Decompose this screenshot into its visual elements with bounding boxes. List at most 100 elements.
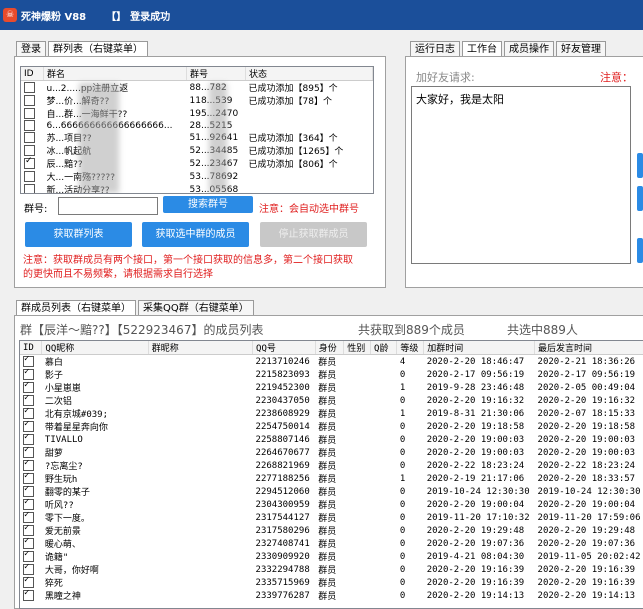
member-col-role[interactable]: 身份 xyxy=(315,341,345,355)
member-row-role: 群员 xyxy=(318,449,337,459)
member-col-last-speak[interactable]: 最后发言时间 xyxy=(534,341,643,355)
member-row-checkbox[interactable] xyxy=(23,407,34,419)
member-row[interactable]: 慕白 2213710246 群员 4 2020-2-20 18:46:47 2020-2-… xyxy=(20,355,643,368)
group-col-number[interactable]: 群号 xyxy=(186,67,246,81)
member-row[interactable]: 甜萝 2264670677 群员 0 2020-2-20 19:00:03 2020-2-… xyxy=(20,446,643,459)
tab-run-log[interactable]: 运行日志 xyxy=(410,41,460,57)
member-row[interactable]: 影子 2215823093 群员 0 2020-2-17 09:56:19 2020-2-… xyxy=(20,368,643,381)
member-row[interactable]: 黑瞳之神 2339776287 群员 0 2020-2-20 19:14:13 2020-… xyxy=(20,589,643,602)
group-col-id[interactable]: ID xyxy=(21,67,44,81)
workbench-side-button-2[interactable] xyxy=(637,186,643,211)
member-row-checkbox[interactable] xyxy=(23,511,34,523)
group-row-checkbox[interactable] xyxy=(24,82,35,93)
member-col-qq[interactable]: QQ号 xyxy=(252,341,316,355)
member-col-join-time[interactable]: 加群时间 xyxy=(423,341,536,355)
tab-member-ops[interactable]: 成员操作 xyxy=(504,41,554,57)
fetch-members-button[interactable]: 获取选中群的成员 xyxy=(142,222,249,247)
member-row-checkbox[interactable] xyxy=(23,576,34,588)
member-row-checkbox[interactable] xyxy=(23,459,34,471)
member-row-checkbox[interactable] xyxy=(23,550,34,562)
group-row-checkbox[interactable] xyxy=(24,108,35,119)
workbench-side-button-3[interactable] xyxy=(637,238,643,263)
member-row-checkbox[interactable] xyxy=(23,537,34,549)
tab-member-list[interactable]: 群成员列表（右键菜单） xyxy=(16,300,136,316)
group-row[interactable]: 辰...黯??52...23467已成功添加【806】个 xyxy=(21,157,373,170)
friend-request-textarea[interactable]: 大家好，我是太阳 xyxy=(411,86,631,264)
member-row-qq: 2215823093 xyxy=(255,369,310,380)
member-row[interactable]: 猝死 2335715969 群员 0 2020-2-20 19:16:39 2020-2-… xyxy=(20,576,643,589)
group-row-checkbox[interactable] xyxy=(24,157,35,169)
group-row[interactable]: 苏...项目??51...92641已成功添加【364】个 xyxy=(21,131,373,144)
member-row[interactable]: 零下一度。 2317544127 群员 0 2019-11-20 17:10:32 201… xyxy=(20,511,643,524)
member-col-qage[interactable]: Q龄 xyxy=(370,341,398,355)
member-col-id[interactable]: ID xyxy=(20,341,43,355)
stop-fetch-button[interactable]: 停止获取群成员 xyxy=(260,222,367,247)
tab-login[interactable]: 登录 xyxy=(16,41,46,57)
member-row-checkbox[interactable] xyxy=(23,589,34,601)
fetch-group-list-button[interactable]: 获取群列表 xyxy=(25,222,132,247)
member-row-group-nick xyxy=(148,589,252,602)
group-row[interactable]: u...2.....pp注册立返88...782已成功添加【895】个 xyxy=(21,81,373,94)
blur-mask-name xyxy=(79,83,119,193)
group-col-name[interactable]: 群名 xyxy=(43,67,187,81)
group-row[interactable]: 自...群...一海鲜干??195...2470 xyxy=(21,107,373,120)
group-col-status[interactable]: 状态 xyxy=(245,67,373,81)
member-row-nick: 零下一度。 xyxy=(44,514,90,524)
member-row-checkbox[interactable] xyxy=(23,381,34,393)
member-row[interactable]: 带着星星奔向你 2254750014 群员 0 2020-2-20 19:18:58 20… xyxy=(20,420,643,433)
tab-group-list[interactable]: 群列表（右键菜单） xyxy=(48,41,148,57)
member-row-checkbox[interactable] xyxy=(23,485,34,497)
member-row-gender xyxy=(344,498,371,511)
group-row-checkbox[interactable] xyxy=(24,120,35,131)
member-row-checkbox[interactable] xyxy=(23,368,34,380)
group-row-checkbox[interactable] xyxy=(24,171,35,182)
member-row[interactable]: TIVALLO 2258807146 群员 0 2020-2-20 19:00:03 20… xyxy=(20,433,643,446)
group-row[interactable]: 大...一南殇?????53...78692 xyxy=(21,170,373,183)
member-row-checkbox[interactable] xyxy=(23,433,34,445)
member-row-checkbox[interactable] xyxy=(23,472,34,484)
member-row-checkbox[interactable] xyxy=(23,498,34,510)
group-row[interactable]: 6...666666666666666666...28...5215 xyxy=(21,120,373,131)
workbench-side-button-1[interactable] xyxy=(637,153,643,178)
group-row-status: 已成功添加【895】个 xyxy=(248,84,338,94)
group-row[interactable]: 冰...帆起航52...34485已成功添加【1265】个 xyxy=(21,144,373,157)
member-row[interactable]: 小星崽崽 2219452300 群员 1 2019-9-28 23:46:48 2020-… xyxy=(20,381,643,394)
tab-friend-mgmt[interactable]: 好友管理 xyxy=(556,41,606,57)
group-number-input[interactable] xyxy=(58,197,158,215)
member-row-checkbox[interactable] xyxy=(23,524,34,536)
member-col-level[interactable]: 等级 xyxy=(396,341,425,355)
member-row[interactable]: 二次铝 2230437050 群员 0 2020-2-20 19:16:32 2020-2… xyxy=(20,394,643,407)
member-row-checkbox[interactable] xyxy=(23,446,34,458)
tab-workbench[interactable]: 工作台 xyxy=(462,41,502,57)
member-row-qage xyxy=(371,589,397,602)
member-row-checkbox[interactable] xyxy=(23,394,34,406)
member-col-group-nick[interactable]: 群昵称 xyxy=(148,341,254,355)
group-row-checkbox[interactable] xyxy=(24,184,35,193)
tab-collect-groups[interactable]: 采集QQ群（右键菜单） xyxy=(138,300,254,316)
member-row[interactable]: 诡籍" 2330909920 群员 0 2019-4-21 08:04:30 2019-1… xyxy=(20,550,643,563)
member-row-checkbox[interactable] xyxy=(23,420,34,432)
member-row[interactable]: 北有京城#039; 2238608929 群员 1 2019-8-31 21:30:06… xyxy=(20,407,643,420)
member-row[interactable]: 听风?? 2304300959 群员 0 2020-2-20 19:00:04 2020-… xyxy=(20,498,643,511)
member-row[interactable]: 爱无前景 2317580296 群员 0 2020-2-20 19:29:48 2020-… xyxy=(20,524,643,537)
member-row-last-speak: 2020-2-05 00:49:04 xyxy=(537,382,636,393)
member-col-gender[interactable]: 性别 xyxy=(343,341,372,355)
group-row-checkbox[interactable] xyxy=(24,132,35,143)
member-row-join-time: 2020-2-19 21:17:06 xyxy=(426,473,525,484)
member-row-qage xyxy=(371,381,397,394)
member-row-last-speak: 2019-11-05 20:02:42 xyxy=(537,551,641,562)
member-row-checkbox[interactable] xyxy=(23,563,34,575)
member-row[interactable]: 暖心萌、 2327408741 群员 0 2020-2-20 19:07:36 2020-… xyxy=(20,537,643,550)
member-row[interactable]: ?忘离尘? 2268821969 群员 0 2020-2-22 18:23:24 2020… xyxy=(20,459,643,472)
member-row-level: 4 xyxy=(399,356,406,367)
member-row[interactable]: 翻零的某子 2294512060 群员 0 2019-10-24 12:30:30 201… xyxy=(20,485,643,498)
member-col-nick[interactable]: QQ昵称 xyxy=(41,341,149,355)
group-row[interactable]: 新...活动分享??53...05568 xyxy=(21,183,373,193)
group-row-checkbox[interactable] xyxy=(24,95,35,106)
member-row-checkbox[interactable] xyxy=(23,355,34,367)
group-row[interactable]: 梦...价...解奇??118...539已成功添加【78】个 xyxy=(21,94,373,107)
search-group-button[interactable]: 搜索群号 xyxy=(163,196,253,213)
group-row-checkbox[interactable] xyxy=(24,145,35,156)
member-row[interactable]: 大哥，你好啊 2332294788 群员 0 2020-2-20 19:16:39 202… xyxy=(20,563,643,576)
member-row[interactable]: 野生玩h 2277188256 群员 1 2020-2-19 21:17:06 2020-… xyxy=(20,472,643,485)
